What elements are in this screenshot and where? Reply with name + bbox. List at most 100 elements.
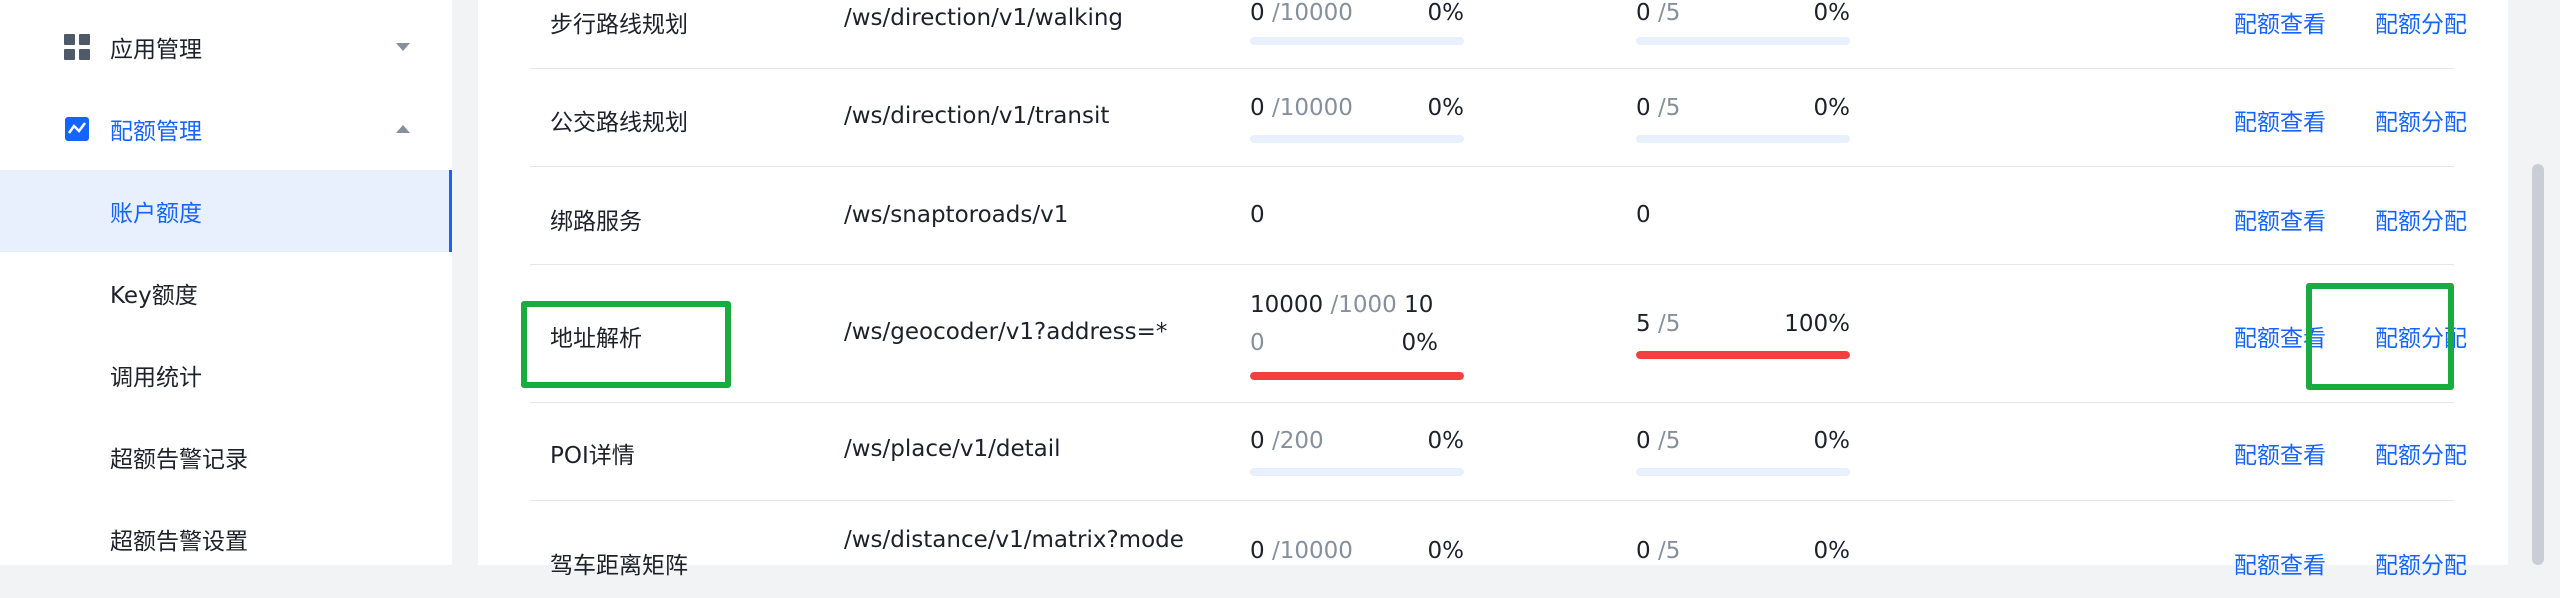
concurrency-quota: 5 /5 100% [1636, 311, 1850, 371]
daily-quota-value: 0 [1250, 202, 1265, 228]
quota-limit: /5 [1650, 0, 1681, 26]
quota-view-link[interactable]: 配额查看 [2234, 103, 2326, 137]
quota-progress-bar [1636, 37, 1850, 45]
sidebar-item-quota-management[interactable]: 配额管理 [0, 88, 452, 170]
quota-limit: /10000 [1264, 538, 1353, 564]
sidebar-item-label: 应用管理 [110, 37, 202, 63]
quota-percent: 0% [1813, 0, 1851, 26]
sidebar-item-key-quota[interactable]: Key额度 [0, 252, 452, 334]
quota-used: 0 [1636, 0, 1651, 26]
quota-limit-line2: 0 [1250, 330, 1265, 356]
daily-quota: 0 /10000 0% [1250, 0, 1464, 60]
quota-allocate-link[interactable]: 配额分配 [2375, 202, 2467, 236]
concurrency-quota-value: 0 [1636, 202, 1651, 228]
quota-limit: /10000 [1264, 0, 1353, 26]
chevron-down-icon [396, 43, 410, 51]
service-name: POI详情 [550, 443, 635, 469]
quota-view-link[interactable]: 配额查看 [2234, 546, 2326, 580]
service-name: 步行路线规划 [550, 12, 688, 38]
quota-progress-bar [1636, 135, 1850, 143]
sidebar-item-label: 调用统计 [110, 365, 202, 391]
daily-quota: 10000 /1000 10 0 0% [1250, 292, 1464, 388]
service-name: 公交路线规划 [550, 110, 688, 136]
quota-used: 0 [1250, 95, 1265, 121]
quota-used: 0 [1636, 95, 1651, 121]
quota-limit: /200 [1264, 428, 1324, 454]
sidebar-item-label: 超额告警设置 [110, 529, 248, 555]
table-row: 地址解析 /ws/geocoder/v1?address=* 10000 /10… [530, 264, 2467, 403]
quota-percent: 0% [1813, 95, 1851, 121]
sidebar-item-account-quota[interactable]: 账户额度 [0, 170, 452, 252]
service-name: 绑路服务 [550, 209, 642, 235]
sidebar-item-app-management[interactable]: 应用管理 [0, 6, 452, 88]
quota-limit: /1000 [1323, 292, 1397, 318]
quota-percent: 0% [1813, 428, 1851, 454]
chart-icon [65, 117, 89, 141]
table-row: 步行路线规划 /ws/direction/v1/walking 0 /10000… [530, 0, 2467, 69]
chevron-up-icon [396, 125, 410, 133]
quota-limit: /10000 [1264, 95, 1353, 121]
quota-used: 0 [1250, 428, 1265, 454]
table-row: 绑路服务 /ws/snaptoroads/v1 0 0 配额查看 配额分配 [530, 166, 2467, 265]
table-row: 公交路线规划 /ws/direction/v1/transit 0 /10000… [530, 68, 2467, 167]
daily-quota: 0 /200 0% [1250, 428, 1464, 488]
grid-icon [64, 34, 90, 60]
quota-used: 0 [1250, 538, 1265, 564]
sidebar-item-call-stats[interactable]: 调用统计 [0, 334, 452, 416]
concurrency-quota: 0 /5 0% [1636, 538, 1850, 598]
quota-limit: /5 [1650, 311, 1681, 337]
highlight-box-allocate [2306, 283, 2454, 390]
quota-table: 步行路线规划 /ws/direction/v1/walking 0 /10000… [478, 0, 2508, 579]
api-path: /ws/distance/v1/matrix?mode [844, 527, 1184, 553]
sidebar-item-alert-settings[interactable]: 超额告警设置 [0, 498, 452, 580]
highlight-box-service [521, 301, 731, 388]
quota-percent: 0% [1813, 538, 1851, 564]
quota-percent: 0% [1427, 428, 1465, 454]
sidebar-item-label: Key额度 [110, 283, 198, 309]
daily-quota: 0 /10000 0% [1250, 538, 1464, 598]
quota-progress-bar [1636, 468, 1850, 476]
quota-progress-bar [1250, 37, 1464, 45]
quota-allocate-link[interactable]: 配额分配 [2375, 5, 2467, 39]
quota-percent: 0% [1401, 330, 1439, 356]
concurrency-quota: 0 /5 0% [1636, 95, 1850, 155]
quota-percent: 100% [1784, 311, 1850, 337]
scrollbar-thumb[interactable] [2532, 164, 2544, 565]
daily-quota: 0 /10000 0% [1250, 95, 1464, 155]
quota-allocate-link[interactable]: 配额分配 [2375, 103, 2467, 137]
quota-view-link[interactable]: 配额查看 [2234, 436, 2326, 470]
quota-used: 0 [1636, 428, 1651, 454]
quota-progress-bar [1250, 372, 1464, 380]
sidebar-item-label: 账户额度 [110, 201, 202, 227]
api-path: /ws/geocoder/v1?address=* [844, 319, 1168, 345]
sidebar: 应用管理 配额管理 账户额度 Key额度 调用统计 超额告警记录 超额告警设置 [0, 0, 452, 565]
quota-allocate-link[interactable]: 配额分配 [2375, 436, 2467, 470]
quota-used: 0 [1636, 538, 1651, 564]
sidebar-item-label: 配额管理 [110, 119, 202, 145]
sidebar-item-alert-records[interactable]: 超额告警记录 [0, 416, 452, 498]
quota-used: 0 [1250, 0, 1265, 26]
quota-view-link[interactable]: 配额查看 [2234, 5, 2326, 39]
api-path: /ws/direction/v1/transit [844, 103, 1110, 129]
quota-progress-bar [1250, 135, 1464, 143]
quota-limit: /5 [1650, 95, 1681, 121]
quota-percent: 0% [1427, 0, 1465, 26]
quota-used: 5 [1636, 311, 1651, 337]
quota-limit-tail: 10 [1396, 292, 1434, 318]
service-name: 驾车距离矩阵 [550, 553, 688, 579]
quota-limit: /5 [1650, 428, 1681, 454]
sidebar-item-label: 超额告警记录 [110, 447, 248, 473]
table-row: POI详情 /ws/place/v1/detail 0 /200 0% 0 /5… [530, 402, 2467, 501]
quota-progress-bar [1636, 351, 1850, 359]
api-path: /ws/place/v1/detail [844, 436, 1061, 462]
api-path: /ws/snaptoroads/v1 [844, 202, 1069, 228]
quota-allocate-link[interactable]: 配额分配 [2375, 546, 2467, 580]
quota-view-link[interactable]: 配额查看 [2234, 202, 2326, 236]
api-path: /ws/direction/v1/walking [844, 5, 1124, 31]
quota-percent: 0% [1427, 95, 1465, 121]
quota-percent: 0% [1427, 538, 1465, 564]
concurrency-quota: 0 /5 0% [1636, 0, 1850, 60]
table-row: 驾车距离矩阵 /ws/distance/v1/matrix?mode 0 /10… [530, 500, 2467, 579]
quota-progress-bar [1250, 468, 1464, 476]
quota-limit: /5 [1650, 538, 1681, 564]
